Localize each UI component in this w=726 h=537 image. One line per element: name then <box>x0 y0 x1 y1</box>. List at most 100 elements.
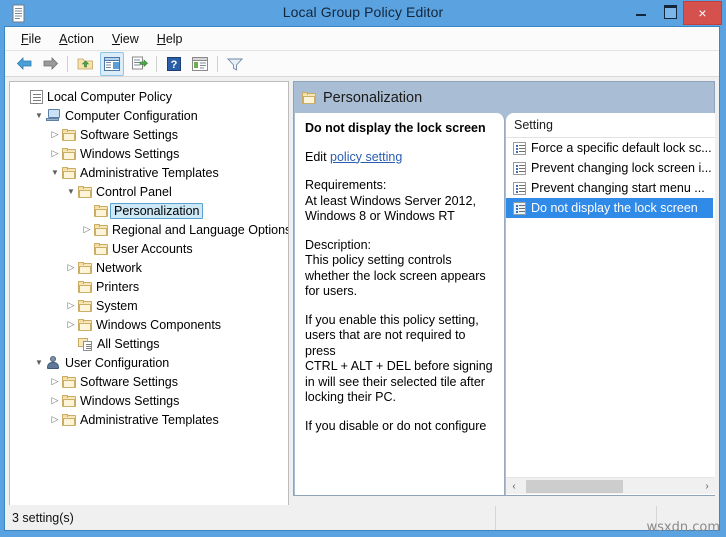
tree-node[interactable]: All Settings <box>10 334 288 353</box>
forward-arrow-icon[interactable] <box>39 53 61 75</box>
policy-setting-icon <box>513 201 526 215</box>
chevron-right-icon[interactable]: ▷ <box>80 224 94 235</box>
chevron-right-icon[interactable]: ▷ <box>48 129 62 140</box>
filter-icon[interactable] <box>224 53 246 75</box>
menu-file-rest: ile <box>28 31 42 46</box>
enable-line-3: CTRL + ALT + DEL before signing <box>305 359 493 373</box>
show-hide-console-tree-icon[interactable] <box>100 51 124 76</box>
chevron-right-icon[interactable]: ▷ <box>64 319 78 330</box>
requirements-label: Requirements: <box>305 178 387 192</box>
folder-icon <box>78 185 92 198</box>
menu-view-rest: iew <box>120 31 139 46</box>
menu-view[interactable]: View <box>104 30 149 48</box>
help-icon[interactable]: ? <box>163 53 185 75</box>
tree-node[interactable]: ▷ Software Settings <box>10 372 288 391</box>
chevron-down-icon[interactable]: ▼ <box>32 358 46 367</box>
menu-file[interactable]: File <box>13 30 51 48</box>
results-pane-title: Personalization <box>323 89 423 106</box>
tree-node[interactable]: ▷ Network <box>10 258 288 277</box>
edit-policy-line: Edit policy setting <box>305 150 494 166</box>
disable-behavior-block: If you disable or do not configure <box>305 419 494 435</box>
chevron-down-icon[interactable]: ▼ <box>32 111 46 120</box>
up-one-level-icon[interactable] <box>74 53 96 75</box>
requirements-line-2: Windows 8 or Windows RT <box>305 209 455 223</box>
chevron-down-icon[interactable]: ▼ <box>64 187 78 196</box>
policy-setting-icon <box>513 161 526 175</box>
tree-node[interactable]: ▼ User Configuration <box>10 353 288 372</box>
policy-setting-link[interactable]: policy setting <box>330 150 402 164</box>
settings-horizontal-scrollbar[interactable]: ‹ › <box>506 477 715 494</box>
properties-icon[interactable] <box>189 53 211 75</box>
settings-list-item[interactable]: Force a specific default lock sc... <box>506 138 715 158</box>
settings-list-item[interactable]: Prevent changing lock screen i... <box>506 158 715 178</box>
settings-column-header[interactable]: Setting <box>506 113 715 138</box>
settings-list-item-selected[interactable]: Do not display the lock screen <box>506 198 713 218</box>
tree-node-label: Administrative Templates <box>80 165 219 180</box>
chevron-right-icon[interactable]: ▷ <box>48 376 62 387</box>
toolbar-separator <box>217 55 218 72</box>
scroll-right-arrow-icon[interactable]: › <box>699 479 715 494</box>
settings-list-pane[interactable]: Setting Force a specific default lock sc… <box>506 113 715 495</box>
toolbar: ? <box>5 51 719 77</box>
menu-help[interactable]: Help <box>149 30 193 48</box>
tree-node-label: All Settings <box>97 336 160 351</box>
settings-list-item-label: Prevent changing lock screen i... <box>531 161 712 175</box>
tree-node-label: Software Settings <box>80 374 178 389</box>
folder-icon <box>94 204 108 217</box>
tree-node[interactable]: ▷ Windows Components <box>10 315 288 334</box>
results-pane-header: Personalization <box>293 81 715 113</box>
tree-node[interactable]: ▷ Regional and Language Options <box>10 220 288 239</box>
minimize-button[interactable] <box>627 2 655 22</box>
enable-line-5: locking their PC. <box>305 390 397 404</box>
scrollbar-track[interactable] <box>522 478 699 494</box>
tree-node[interactable]: ▼ Administrative Templates <box>10 163 288 182</box>
folder-icon <box>78 318 92 331</box>
edit-label: Edit <box>305 149 327 164</box>
disable-line-1: If you disable or do not configure <box>305 418 487 433</box>
status-bar: 3 setting(s) <box>4 505 720 531</box>
tree-node[interactable]: ▷ System <box>10 296 288 315</box>
description-label: Description: <box>305 237 371 252</box>
computer-icon <box>46 109 61 122</box>
window-title: Local Group Policy Editor <box>282 4 444 20</box>
maximize-button[interactable] <box>656 2 684 22</box>
chevron-right-icon[interactable]: ▷ <box>64 300 78 311</box>
tree-node[interactable]: Printers <box>10 277 288 296</box>
chevron-right-icon[interactable]: ▷ <box>64 262 78 273</box>
tree-node-label: Windows Settings <box>80 146 180 161</box>
enable-line-4: in will see their selected tile after <box>305 374 485 389</box>
menu-action[interactable]: Action <box>51 30 104 48</box>
chevron-right-icon[interactable]: ▷ <box>48 395 62 406</box>
folder-icon <box>62 413 76 426</box>
folder-icon <box>78 261 92 274</box>
export-list-icon[interactable] <box>128 53 150 75</box>
tree-node[interactable]: User Accounts <box>10 239 288 258</box>
close-button[interactable]: × <box>683 1 722 25</box>
enable-behavior-block: If you enable this policy setting, users… <box>305 313 494 406</box>
toolbar-separator <box>67 55 68 72</box>
toolbar-separator <box>156 55 157 72</box>
tree-node[interactable]: Local Computer Policy <box>10 87 288 106</box>
description-line-1: This policy setting controls <box>305 253 452 267</box>
chevron-right-icon[interactable]: ▷ <box>48 148 62 159</box>
tree-node[interactable]: ▼ Computer Configuration <box>10 106 288 125</box>
back-arrow-icon[interactable] <box>13 53 35 75</box>
folder-icon <box>78 299 92 312</box>
settings-list-item-label: Do not display the lock screen <box>531 201 698 215</box>
scrollbar-thumb[interactable] <box>526 479 623 493</box>
policy-setting-icon <box>513 141 526 155</box>
chevron-right-icon[interactable]: ▷ <box>48 414 62 425</box>
scroll-left-arrow-icon[interactable]: ‹ <box>506 479 522 494</box>
folder-icon <box>78 280 92 293</box>
tree-node[interactable]: ▷ Administrative Templates <box>10 410 288 429</box>
tree-node[interactable]: Personalization <box>10 201 288 220</box>
console-tree-pane[interactable]: Local Computer Policy ▼ Computer Configura… <box>9 81 289 527</box>
requirements-line-1: At least Windows Server 2012, <box>305 193 476 208</box>
tree-node[interactable]: ▷ Software Settings <box>10 125 288 144</box>
tree-node[interactable]: ▷ Windows Settings <box>10 391 288 410</box>
settings-list-item[interactable]: Prevent changing start menu ... <box>506 178 715 198</box>
policy-setting-icon <box>513 181 526 195</box>
tree-node[interactable]: ▷ Windows Settings <box>10 144 288 163</box>
tree-node[interactable]: ▼ Control Panel <box>10 182 288 201</box>
chevron-down-icon[interactable]: ▼ <box>48 168 62 177</box>
